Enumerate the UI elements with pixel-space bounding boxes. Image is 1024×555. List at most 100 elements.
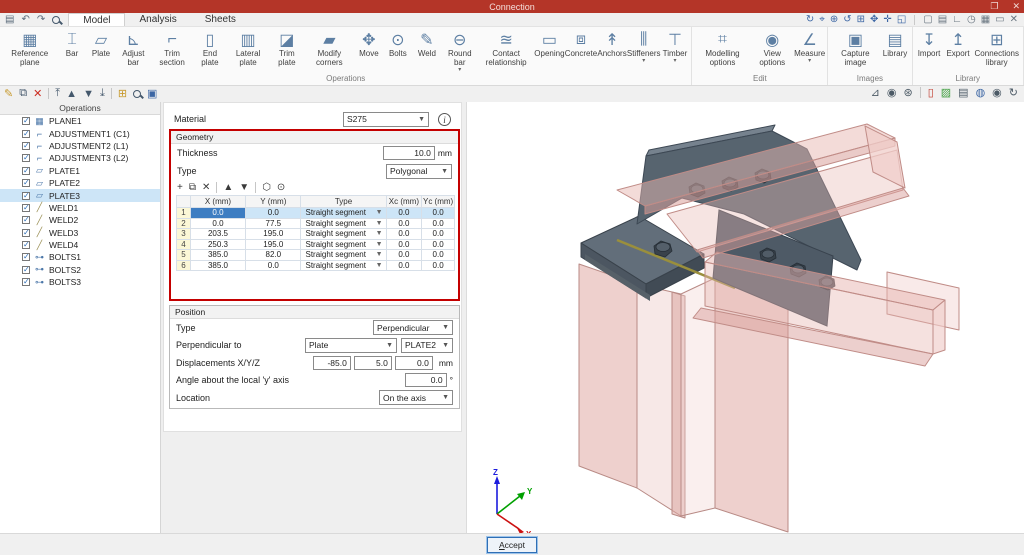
set-square-icon[interactable]: ∟ — [952, 14, 962, 25]
copy-icon[interactable]: ⧉ — [19, 87, 27, 100]
tab-model[interactable]: Model — [68, 13, 125, 26]
checkbox[interactable] — [22, 117, 30, 125]
modify-corners-button[interactable]: ▰Modify corners — [304, 28, 354, 69]
position-type-select[interactable]: Perpendicular▼ — [373, 320, 453, 335]
capture-image-button[interactable]: ▣Capture image — [830, 28, 880, 69]
zoom-window-icon[interactable]: ⊞ — [857, 14, 865, 25]
checkbox[interactable] — [22, 241, 30, 249]
rotate-icon[interactable]: ↻ — [1009, 86, 1018, 99]
checkbox[interactable] — [22, 154, 30, 162]
polygon-icon[interactable]: ⬡ — [262, 182, 271, 193]
angle-input[interactable]: 0.0 — [405, 373, 447, 387]
trim-section-button[interactable]: ⌐Trim section — [151, 28, 193, 69]
clock-icon[interactable]: ◷ — [967, 14, 976, 25]
regenerate-icon[interactable]: ⊙ — [277, 182, 285, 193]
checkbox[interactable] — [22, 179, 30, 187]
copy-point-icon[interactable]: ⧉ — [189, 182, 196, 193]
axes-icon[interactable]: ⊿ — [871, 86, 880, 99]
timber-button[interactable]: ⊤Timber▾ — [660, 28, 689, 64]
visibility-icon[interactable]: ◉ — [992, 86, 1002, 99]
connections-library-button[interactable]: ⊞Connections library — [973, 28, 1021, 69]
lateral-plate-button[interactable]: ▥Lateral plate — [227, 28, 270, 69]
row-down-icon[interactable]: ▼ — [239, 182, 249, 193]
layers-icon[interactable]: ▤ — [958, 86, 968, 99]
zoom-extents-icon[interactable]: ⌖ — [819, 14, 825, 25]
modelling-options-button[interactable]: ⌗Modelling options — [694, 28, 750, 69]
row-up-icon[interactable]: ▲ — [223, 182, 233, 193]
tree-item-plate1[interactable]: ▱PLATE1 — [0, 165, 160, 177]
library-images-button[interactable]: ▤Library — [881, 28, 910, 60]
geometry-type-select[interactable]: Polygonal▼ — [386, 164, 452, 179]
checkbox[interactable] — [22, 130, 30, 138]
move-icon[interactable]: ✛ — [883, 14, 891, 25]
close-window-button[interactable]: ✕ — [1012, 1, 1020, 12]
bolts-button[interactable]: ⊙Bolts — [383, 28, 412, 60]
tree-item-weld1[interactable]: ╱WELD1 — [0, 202, 160, 214]
redo-icon[interactable]: ↷ — [37, 14, 45, 25]
export-button[interactable]: ↥Export — [944, 28, 973, 60]
perspective-icon[interactable]: ◉ — [887, 86, 897, 99]
tab-sheets[interactable]: Sheets — [191, 13, 250, 26]
delete-point-icon[interactable]: ✕ — [202, 182, 210, 193]
comment-icon[interactable]: ▭ — [995, 14, 1004, 25]
perpendicular-plate-select[interactable]: PLATE2▼ — [401, 338, 453, 353]
tree-item-plate2[interactable]: ▱PLATE2 — [0, 177, 160, 189]
checkbox[interactable] — [22, 253, 30, 261]
tab-analysis[interactable]: Analysis — [125, 13, 190, 26]
checkbox[interactable] — [22, 229, 30, 237]
material-select[interactable]: S275▼ — [343, 112, 429, 127]
checkbox[interactable] — [22, 142, 30, 150]
round-bar-button[interactable]: ⊖Round bar▾ — [441, 28, 478, 73]
tree-item-plane1[interactable]: ▦PLANE1 — [0, 115, 160, 127]
displacement-x-input[interactable]: -85.0 — [313, 356, 351, 370]
frame-icon[interactable]: ▢ — [923, 14, 932, 25]
tree-item-adjustment1[interactable]: ⌐ADJUSTMENT1 (C1) — [0, 127, 160, 139]
checkbox[interactable] — [22, 266, 30, 274]
tree-item-bolts1[interactable]: ⊶BOLTS1 — [0, 251, 160, 263]
render-mode-icon[interactable]: ◍ — [976, 86, 986, 99]
view-options-button[interactable]: ◉View options — [750, 28, 794, 69]
anchors-button[interactable]: ↟Anchors — [597, 28, 627, 60]
table-row[interactable]: 5 385.0 82.0 Straight segment▼ 0.0 0.0 — [177, 250, 455, 261]
checkbox[interactable] — [22, 192, 30, 200]
group-icon[interactable]: ⊞ — [118, 87, 127, 100]
zoom-previous-icon[interactable]: ⊕ — [830, 14, 838, 25]
tree-item-weld2[interactable]: ╱WELD2 — [0, 214, 160, 226]
location-select[interactable]: On the axis▼ — [379, 390, 453, 405]
orbit-icon[interactable]: ⊛ — [903, 86, 912, 99]
table-row[interactable]: 1 0.0 0.0 Straight segment▼ 0.0 0.0 — [177, 208, 455, 219]
displacement-y-input[interactable]: 5.0 — [354, 356, 392, 370]
redraw-icon[interactable]: ↺ — [843, 14, 851, 25]
tree-item-bolts2[interactable]: ⊶BOLTS2 — [0, 264, 160, 276]
reference-plane-button[interactable]: ▦Reference plane — [2, 28, 58, 69]
info-icon[interactable]: i — [438, 113, 451, 126]
x-cell[interactable]: 0.0 — [190, 208, 245, 219]
delete-icon[interactable]: ✕ — [33, 87, 42, 100]
move-top-icon[interactable]: ⤒ — [55, 87, 60, 100]
move-down-icon[interactable]: ▼ — [83, 88, 94, 100]
import-button[interactable]: ↧Import — [915, 28, 944, 60]
keyboard-icon[interactable]: ▤ — [938, 14, 947, 25]
checkbox[interactable] — [22, 167, 30, 175]
clipping-icon[interactable]: ▯ — [928, 86, 934, 99]
concrete-button[interactable]: ⧈Concrete — [565, 28, 597, 60]
tools-icon[interactable]: ✕ — [1010, 14, 1018, 25]
move-button[interactable]: ✥Move — [354, 28, 383, 60]
table-row[interactable]: 3 203.5 195.0 Straight segment▼ 0.0 0.0 — [177, 229, 455, 240]
zoom-icon[interactable] — [52, 16, 60, 24]
pan-icon[interactable]: ✥ — [870, 14, 878, 25]
measure-button[interactable]: ∠Measure▾ — [794, 28, 825, 64]
contact-relationship-button[interactable]: ≊Contact relationship — [478, 28, 534, 69]
tree-item-bolts3[interactable]: ⊶BOLTS3 — [0, 276, 160, 288]
table-row[interactable]: 2 0.0 77.5 Straight segment▼ 0.0 0.0 — [177, 218, 455, 229]
refresh-icon[interactable]: ▣ — [147, 87, 157, 100]
3d-model[interactable]: Z Y X — [467, 102, 1024, 533]
trim-plate-button[interactable]: ◪Trim plate — [269, 28, 304, 69]
table-row[interactable]: 6 385.0 0.0 Straight segment▼ 0.0 0.0 — [177, 260, 455, 271]
grid-icon[interactable]: ▦ — [981, 14, 990, 25]
displacement-z-input[interactable]: 0.0 — [395, 356, 433, 370]
move-bottom-icon[interactable]: ⤓ — [100, 87, 105, 100]
undo-icon[interactable]: ↶ — [21, 14, 29, 25]
adjust-bar-button[interactable]: ⊾Adjust bar — [116, 28, 152, 69]
add-point-icon[interactable]: + — [177, 182, 183, 193]
